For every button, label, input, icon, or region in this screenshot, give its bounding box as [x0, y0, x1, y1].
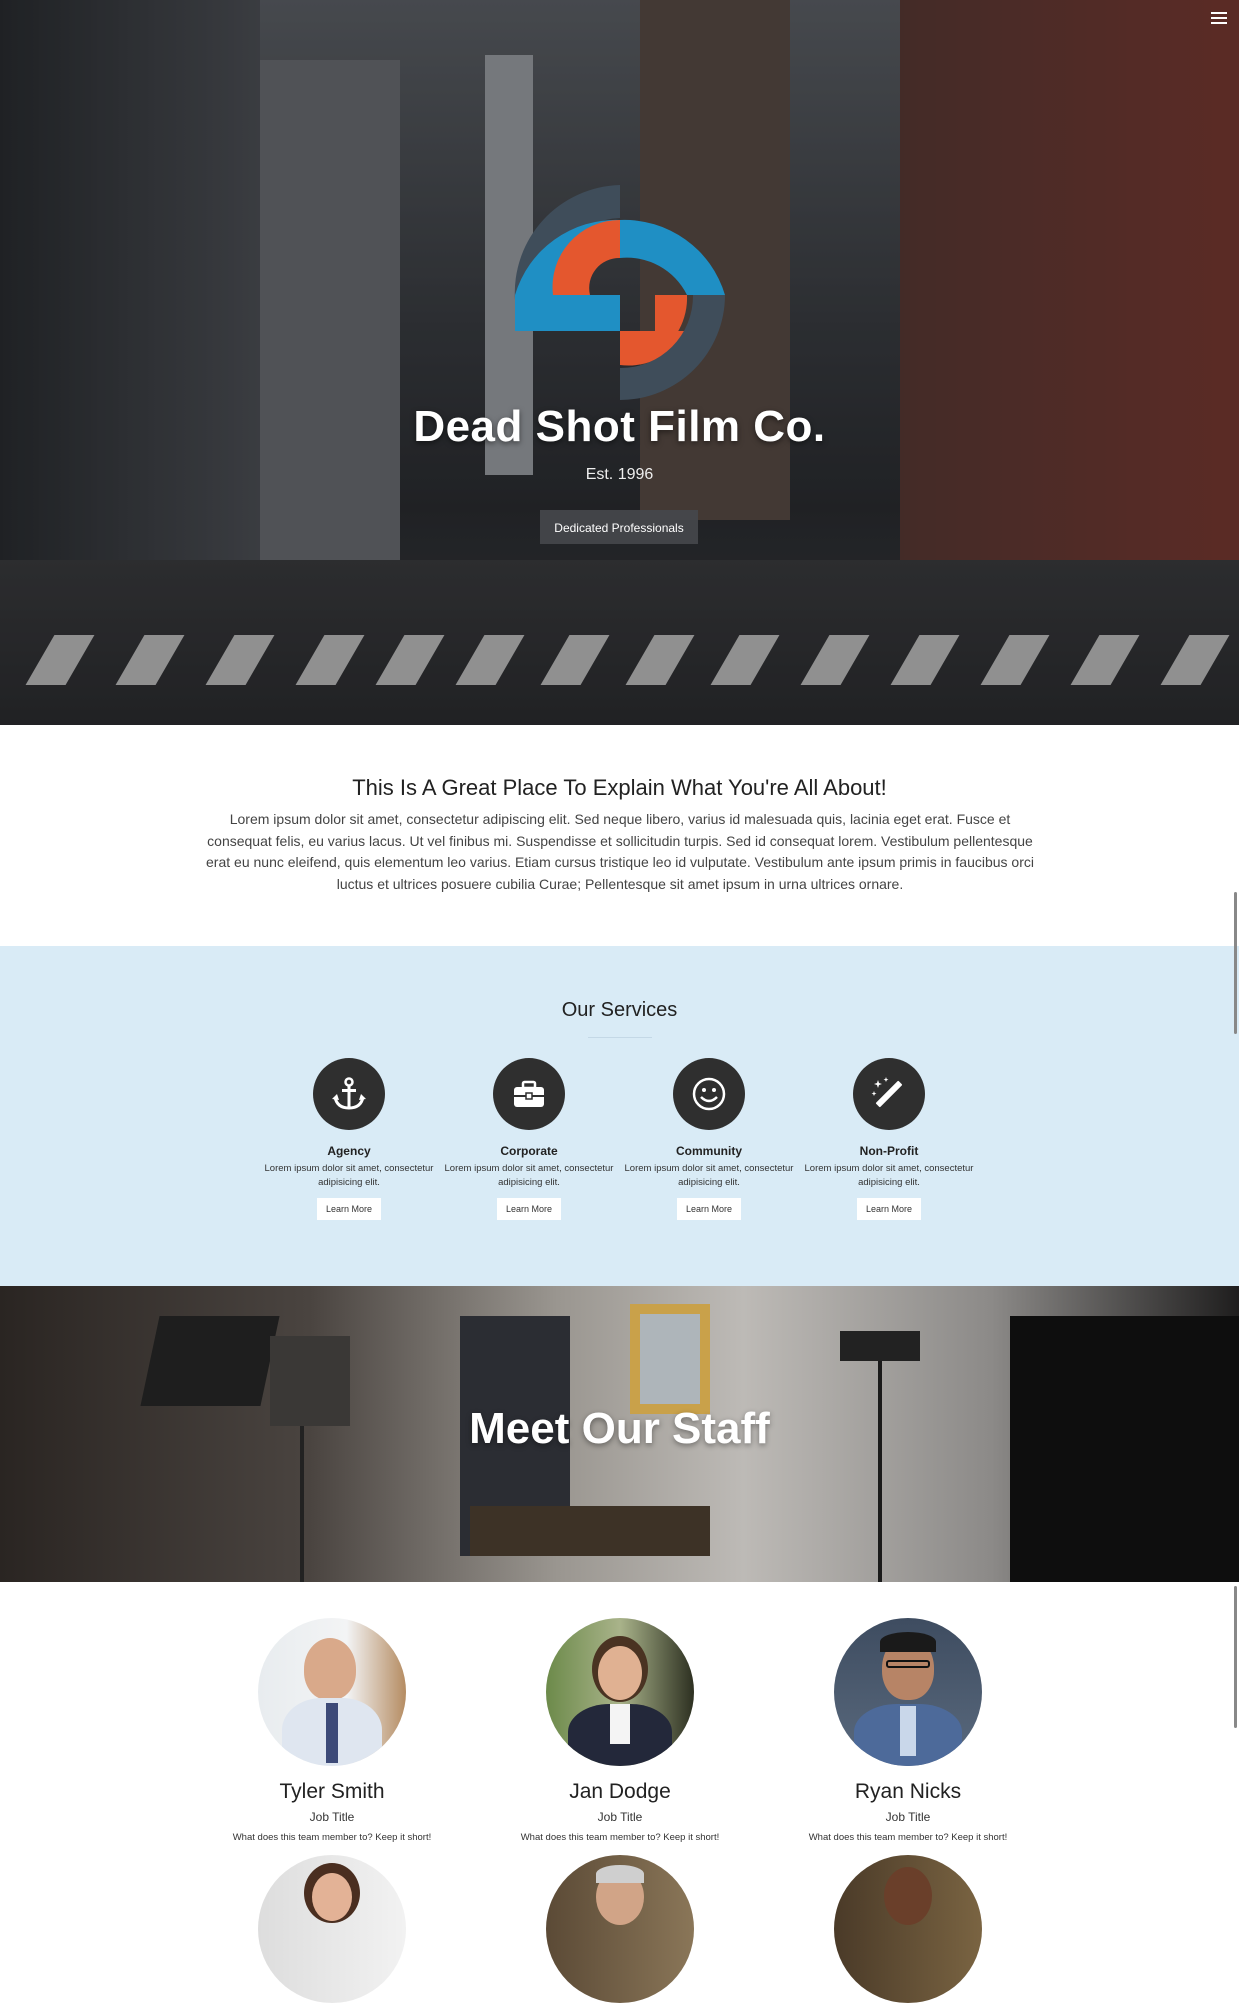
hero-established: Est. 1996	[585, 466, 654, 483]
studio-desk	[470, 1506, 710, 1556]
about-body: Lorem ipsum dolor sit amet, consectetur …	[206, 811, 1034, 892]
team-member: Ryan Nicks Job Title What does this team…	[788, 1618, 1028, 1843]
service-text: Lorem ipsum dolor sit amet, consectetur …	[264, 1163, 434, 1188]
magic-wand-icon	[853, 1058, 925, 1130]
member-description: What does this team member to? Keep it s…	[520, 1832, 720, 1843]
member-name: Jan Dodge	[569, 1780, 671, 1803]
learn-more-button[interactable]: Learn More	[676, 1198, 742, 1220]
scrollbar-thumb[interactable]	[1234, 892, 1237, 1034]
company-logo	[514, 185, 725, 400]
service-card-community: Community Lorem ipsum dolor sit amet, co…	[619, 1058, 799, 1220]
member-name: Tyler Smith	[279, 1780, 385, 1803]
staff-banner: Meet Our Staff	[0, 1286, 1239, 1582]
service-title: Community	[676, 1144, 742, 1158]
services-heading: Our Services	[561, 999, 678, 1021]
team-member: Tyler Smith Job Title What does this tea…	[212, 1618, 452, 1843]
service-card-non-profit: Non-Profit Lorem ipsum dolor sit amet, c…	[799, 1058, 979, 1220]
smiley-icon	[673, 1058, 745, 1130]
light-stand	[878, 1361, 882, 1582]
learn-more-button[interactable]: Learn More	[856, 1198, 922, 1220]
learn-more-button[interactable]: Learn More	[496, 1198, 562, 1220]
team-section: Tyler Smith Job Title What does this tea…	[0, 1582, 1239, 2003]
member-job-title: Job Title	[597, 1810, 643, 1824]
member-name: Ryan Nicks	[854, 1780, 962, 1803]
service-text: Lorem ipsum dolor sit amet, consectetur …	[624, 1163, 794, 1188]
scrollbar-thumb[interactable]	[1234, 1586, 1237, 1728]
learn-more-button[interactable]: Learn More	[316, 1198, 382, 1220]
anchor-icon	[313, 1058, 385, 1130]
service-text: Lorem ipsum dolor sit amet, consectetur …	[804, 1163, 974, 1188]
services-section: Our Services Agency Lorem ipsum dolor si…	[0, 946, 1239, 1286]
frame-picture	[640, 1314, 700, 1404]
staff-heading: Meet Our Staff	[469, 1404, 770, 1453]
service-title: Non-Profit	[859, 1144, 919, 1158]
hero-section: Dead Shot Film Co. Est. 1996 Dedicated P…	[0, 0, 1239, 725]
member-description: What does this team member to? Keep it s…	[808, 1832, 1008, 1843]
member-description: What does this team member to? Keep it s…	[232, 1832, 432, 1843]
service-text: Lorem ipsum dolor sit amet, consectetur …	[444, 1163, 614, 1188]
service-title: Agency	[327, 1144, 371, 1158]
member-job-title: Job Title	[885, 1810, 931, 1824]
avatar	[834, 1618, 982, 1766]
avatar	[258, 1855, 406, 2003]
service-card-agency: Agency Lorem ipsum dolor sit amet, conse…	[259, 1058, 439, 1220]
hamburger-menu-icon[interactable]	[1211, 12, 1227, 26]
studio-light	[140, 1316, 280, 1406]
studio-light-right	[840, 1331, 920, 1361]
service-card-corporate: Corporate Lorem ipsum dolor sit amet, co…	[439, 1058, 619, 1220]
avatar	[546, 1855, 694, 2003]
member-job-title: Job Title	[309, 1810, 355, 1824]
about-section: This Is A Great Place To Explain What Yo…	[0, 725, 1239, 946]
team-member: Jan Dodge Job Title What does this team …	[500, 1618, 740, 1843]
heading-underline	[588, 1037, 652, 1038]
dedicated-professionals-button[interactable]: Dedicated Professionals	[540, 510, 698, 544]
avatar	[546, 1618, 694, 1766]
briefcase-icon	[493, 1058, 565, 1130]
avatar	[834, 1855, 982, 2003]
hero-title: Dead Shot Film Co.	[413, 402, 826, 451]
avatar	[258, 1618, 406, 1766]
about-heading: This Is A Great Place To Explain What Yo…	[352, 775, 887, 800]
service-title: Corporate	[500, 1144, 558, 1158]
